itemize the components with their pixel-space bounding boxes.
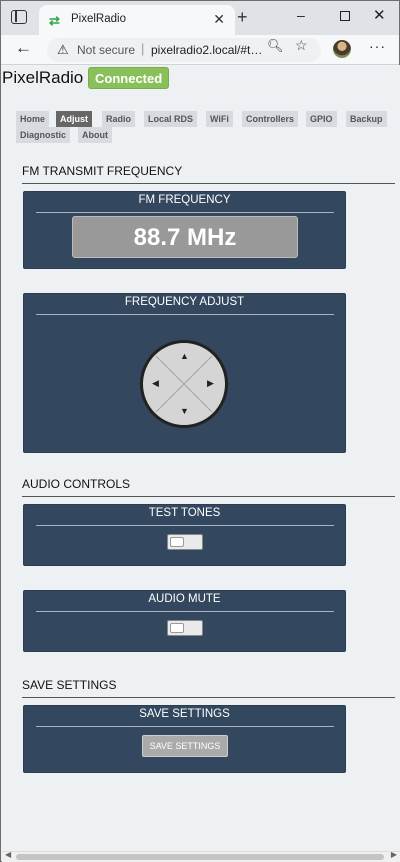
scroll-right-icon[interactable]: ▶ (391, 850, 397, 859)
panel-divider (36, 212, 334, 213)
app-brand: PixelRadio (2, 68, 84, 87)
divider (22, 697, 395, 698)
panel-fm-frequency: FM FREQUENCY 88.7 MHz (23, 191, 346, 269)
tab-local-rds[interactable]: Local RDS (144, 111, 198, 127)
tab-home[interactable]: Home (16, 111, 50, 127)
favorite-star-icon[interactable]: ☆ (295, 37, 308, 54)
arrow-up-icon[interactable]: ▲ (180, 351, 189, 361)
panel-title: FM FREQUENCY (138, 194, 231, 206)
url-separator: | (141, 41, 145, 56)
connection-status-badge: Connected (88, 67, 170, 89)
arrow-left-icon[interactable]: ◀ (152, 378, 159, 389)
divider (22, 183, 395, 184)
section-title-save-settings: SAVE SETTINGS (22, 678, 117, 692)
scroll-left-icon[interactable]: ◀ (5, 850, 11, 859)
maximize-icon[interactable] (340, 11, 350, 21)
toggle-knob (170, 537, 184, 547)
browser-window: ⇄ PixelRadio ✕ + – ✕ ← ⚠ Not secure | pi… (0, 0, 400, 862)
tab-title: PixelRadio (71, 13, 126, 25)
new-tab-icon[interactable]: + (237, 7, 248, 28)
panel-test-tones: TEST TONES (23, 504, 346, 566)
tab-close-icon[interactable]: ✕ (213, 11, 225, 28)
horizontal-scrollbar[interactable]: ◀ ▶ (2, 850, 400, 862)
panel-save-settings: SAVE SETTINGS SAVE SETTINGS (23, 705, 346, 773)
arrow-right-icon[interactable]: ▶ (207, 378, 214, 389)
panel-audio-mute: AUDIO MUTE (23, 590, 346, 652)
section-title-audio-controls: AUDIO CONTROLS (22, 477, 131, 491)
browser-tab[interactable]: ⇄ PixelRadio ✕ (39, 5, 235, 35)
tab-radio[interactable]: Radio (102, 111, 136, 127)
panel-divider (36, 726, 334, 727)
panel-title: SAVE SETTINGS (139, 708, 230, 720)
panel-title: FREQUENCY ADJUST (124, 296, 245, 308)
tab-diagnostic[interactable]: Diagnostic (16, 127, 71, 143)
arrow-down-icon[interactable]: ▼ (180, 406, 189, 416)
scrollbar-thumb[interactable] (16, 854, 384, 860)
warning-icon[interactable]: ⚠ (57, 42, 69, 58)
zoom-icon[interactable]: 🔍︎ (267, 38, 284, 54)
main-nav: Home Adjust Radio Local RDS WiFi Control… (16, 105, 394, 143)
divider (22, 496, 395, 497)
page-content: PixelRadio Connected Home Adjust Radio L… (2, 65, 400, 851)
back-arrow-icon[interactable]: ← (15, 38, 32, 58)
profile-avatar[interactable] (333, 40, 351, 58)
tab-actions-icon[interactable] (11, 10, 27, 24)
audio-mute-toggle[interactable] (167, 620, 203, 636)
section-title-fm-transmit: FM TRANSMIT FREQUENCY (22, 164, 183, 178)
panel-divider (36, 525, 334, 526)
frequency-dpad[interactable]: ▲ ▼ ◀ ▶ (140, 340, 228, 428)
frequency-display: 88.7 MHz (72, 216, 298, 258)
url-text[interactable]: pixelradio2.local/#t… (151, 43, 262, 57)
test-tones-toggle[interactable] (167, 534, 203, 550)
not-secure-label[interactable]: Not secure (77, 43, 135, 57)
panel-divider (36, 314, 334, 315)
toggle-knob (170, 623, 184, 633)
panel-title: TEST TONES (148, 507, 221, 519)
more-menu-icon[interactable]: ··· (369, 38, 386, 54)
tab-backup[interactable]: Backup (346, 111, 387, 127)
tab-bar: ⇄ PixelRadio ✕ + – ✕ (1, 1, 399, 35)
address-bar: ← ⚠ Not secure | pixelradio2.local/#t… 🔍… (1, 35, 399, 65)
tab-adjust[interactable]: Adjust (56, 111, 92, 127)
swap-arrows-icon: ⇄ (49, 13, 60, 28)
window-close-icon[interactable]: ✕ (373, 6, 386, 24)
save-settings-button[interactable]: SAVE SETTINGS (142, 735, 228, 757)
panel-title: AUDIO MUTE (148, 593, 221, 605)
panel-frequency-adjust: FREQUENCY ADJUST ▲ ▼ ◀ ▶ (23, 293, 346, 453)
tab-wifi[interactable]: WiFi (206, 111, 233, 127)
tab-about[interactable]: About (78, 127, 112, 143)
tab-controllers[interactable]: Controllers (242, 111, 299, 127)
minimize-icon[interactable]: – (297, 7, 305, 23)
tab-gpio[interactable]: GPIO (306, 111, 337, 127)
panel-divider (36, 611, 334, 612)
